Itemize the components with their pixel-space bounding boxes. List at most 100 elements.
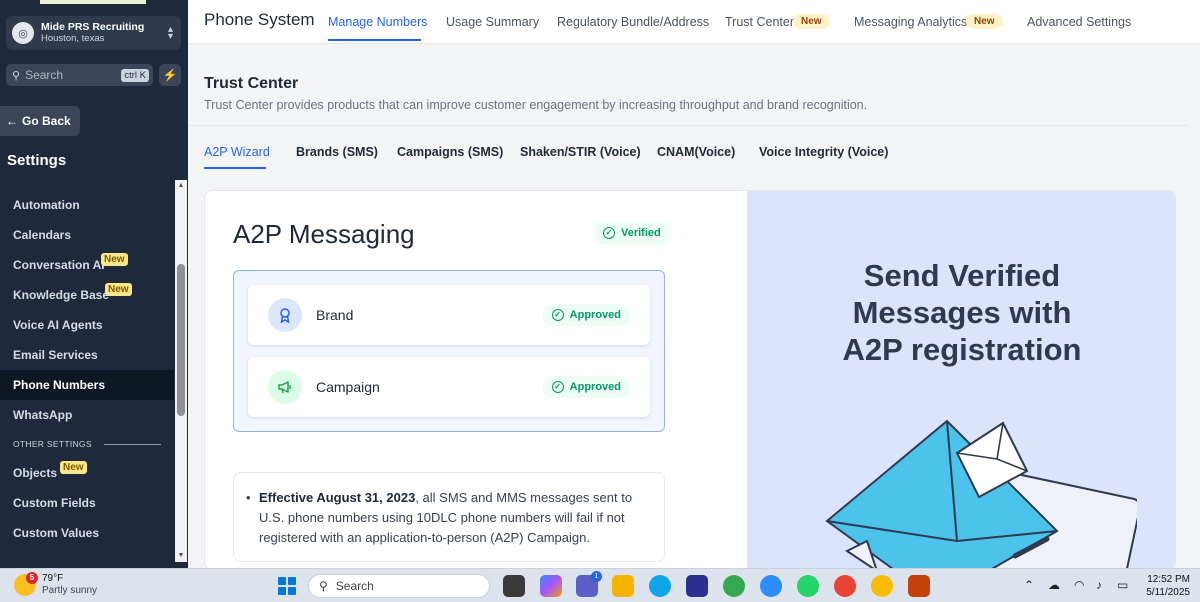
date: 5/11/2025	[1146, 587, 1190, 598]
chevron-up-icon[interactable]: ⌃	[1024, 578, 1034, 592]
chrome-profile-icon[interactable]	[834, 575, 856, 597]
weather-widget[interactable]: 5 79°F Partly sunny	[14, 572, 97, 597]
snipping-tool-icon[interactable]	[908, 575, 930, 597]
sidebar-item-phone-numbers[interactable]: Phone Numbers	[0, 370, 174, 400]
award-icon	[268, 298, 302, 332]
bolt-icon: ⚡	[162, 68, 178, 82]
location-address: Houston, texas	[41, 33, 105, 44]
taskbar-search-label: Search	[335, 579, 374, 593]
sidebar-item-automation[interactable]: Automation	[0, 190, 174, 220]
scroll-up-icon[interactable]: ▲	[175, 180, 187, 192]
zoom-icon[interactable]	[760, 575, 782, 597]
app-icon[interactable]	[686, 575, 708, 597]
sidebar-scrollbar[interactable]: ▲ ▼	[175, 180, 187, 562]
tab-usage-summary[interactable]: Usage Summary	[446, 15, 539, 29]
scroll-down-icon[interactable]: ▼	[175, 550, 187, 562]
nav-label: Conversation AI	[13, 258, 105, 272]
chrome-icon[interactable]	[723, 575, 745, 597]
sidebar-item-voice-ai-agents[interactable]: Voice AI Agents	[0, 310, 174, 340]
subtab-campaigns-sms[interactable]: Campaigns (SMS)	[397, 145, 503, 159]
subtab-shaken-stir[interactable]: Shaken/STIR (Voice)	[520, 145, 641, 159]
status-label: Approved	[569, 381, 621, 393]
wifi-icon[interactable]: ◠	[1074, 578, 1084, 592]
new-badge: New	[60, 461, 87, 474]
volume-icon[interactable]: ♪	[1096, 578, 1102, 592]
verified-label: Verified	[621, 227, 661, 239]
page-title: Phone System	[204, 10, 315, 29]
approved-badge: ✓ Approved	[542, 376, 630, 398]
sidebar-item-knowledge-base[interactable]: Knowledge Base New	[0, 280, 174, 310]
nav-label: Calendars	[13, 228, 72, 242]
new-badge: New	[793, 14, 830, 29]
promo-headline: Send Verified Messages with A2P registra…	[747, 257, 1175, 368]
search-input[interactable]	[25, 68, 106, 82]
location-name: Mide PRS Recruiting	[41, 21, 145, 33]
subtab-brands-sms[interactable]: Brands (SMS)	[296, 145, 378, 159]
new-badge: New	[105, 283, 132, 296]
sidebar-search[interactable]: ⚲ ctrl K	[6, 64, 153, 86]
active-subtab-indicator	[204, 167, 266, 169]
system-clock[interactable]: 12:52 PM 5/11/2025	[1140, 573, 1190, 599]
sidebar-item-custom-values[interactable]: Custom Values	[0, 518, 174, 548]
approved-badge: ✓ Approved	[542, 304, 630, 326]
sidebar-item-objects[interactable]: Objects New	[0, 458, 174, 488]
taskbar-search[interactable]: ⚲ Search	[308, 574, 490, 598]
subtab-voice-integrity[interactable]: Voice Integrity (Voice)	[759, 145, 888, 159]
subtab-cnam[interactable]: CNAM(Voice)	[657, 145, 735, 159]
windows-start-button[interactable]	[278, 577, 296, 595]
step-brand[interactable]: Brand ✓ Approved	[248, 285, 650, 345]
company-logo	[40, 0, 146, 4]
verified-badge: ✓ Verified	[595, 222, 669, 244]
registration-steps: Brand ✓ Approved Campaign ✓ Approved	[233, 270, 665, 432]
step-campaign[interactable]: Campaign ✓ Approved	[248, 357, 650, 417]
nav-label: Knowledge Base	[13, 288, 110, 302]
subtab-a2p-wizard[interactable]: A2P Wizard	[204, 145, 270, 159]
edge-icon[interactable]	[649, 575, 671, 597]
chevron-updown-icon: ▴ ▾	[167, 24, 173, 42]
tab-regulatory-bundle[interactable]: Regulatory Bundle/Address	[557, 15, 709, 29]
promo-panel: Send Verified Messages with A2P registra…	[747, 191, 1175, 568]
battery-icon[interactable]: ▭	[1117, 578, 1128, 592]
file-explorer-icon[interactable]	[612, 575, 634, 597]
sidebar-item-email-services[interactable]: Email Services	[0, 340, 174, 370]
settings-title: Settings	[7, 152, 67, 169]
active-tab-indicator	[328, 39, 421, 41]
location-icon: ◎	[12, 22, 34, 44]
sidebar-item-custom-fields[interactable]: Custom Fields	[0, 488, 174, 518]
nav-label: Phone Numbers	[13, 378, 106, 392]
promo-line: Send Verified	[863, 258, 1061, 293]
status-label: Approved	[569, 309, 621, 321]
sidebar-item-whatsapp[interactable]: WhatsApp	[0, 400, 174, 430]
task-view-icon[interactable]	[503, 575, 525, 597]
copilot-icon[interactable]	[540, 575, 562, 597]
a2p-title: A2P Messaging	[233, 219, 415, 249]
nav-label: Voice AI Agents	[13, 318, 103, 332]
onedrive-icon[interactable]: ☁	[1048, 578, 1060, 592]
new-badge: New	[966, 14, 1003, 29]
tab-messaging-analytics[interactable]: Messaging Analytics	[854, 15, 967, 29]
tab-trust-center[interactable]: Trust Center	[725, 15, 794, 29]
go-back-label: Go Back	[22, 114, 71, 128]
quick-action-button[interactable]: ⚡	[159, 64, 181, 86]
teams-icon[interactable]: 1	[576, 571, 602, 597]
nav-label: Custom Fields	[13, 496, 96, 510]
section-label: OTHER SETTINGS	[13, 439, 92, 449]
section-divider	[103, 443, 161, 445]
sidebar-item-calendars[interactable]: Calendars	[0, 220, 174, 250]
tab-manage-numbers[interactable]: Manage Numbers	[328, 15, 427, 29]
other-settings-section: OTHER SETTINGS	[0, 430, 174, 458]
shortcut-hint: ctrl K	[121, 68, 149, 82]
scrollbar-thumb[interactable]	[177, 264, 185, 416]
search-icon: ⚲	[319, 579, 328, 593]
windows-taskbar: 5 79°F Partly sunny ⚲ Search 1 ⌃ ☁ ◠ ♪ ▭…	[0, 568, 1200, 602]
sidebar-item-conversation-ai[interactable]: Conversation AI New	[0, 250, 174, 280]
settings-nav: Automation Calendars Conversation AI New …	[0, 190, 174, 548]
chrome-profile-icon[interactable]	[871, 575, 893, 597]
tab-advanced-settings[interactable]: Advanced Settings	[1027, 15, 1131, 29]
go-back-button[interactable]: ← Go Back	[0, 106, 80, 136]
promo-line: A2P registration	[842, 332, 1082, 367]
location-switcher[interactable]: ◎ Mide PRS Recruiting Houston, texas ▴ ▾	[6, 16, 181, 50]
temperature: 79°F	[42, 573, 64, 584]
whatsapp-icon[interactable]	[797, 575, 819, 597]
check-icon: ✓	[551, 309, 564, 321]
